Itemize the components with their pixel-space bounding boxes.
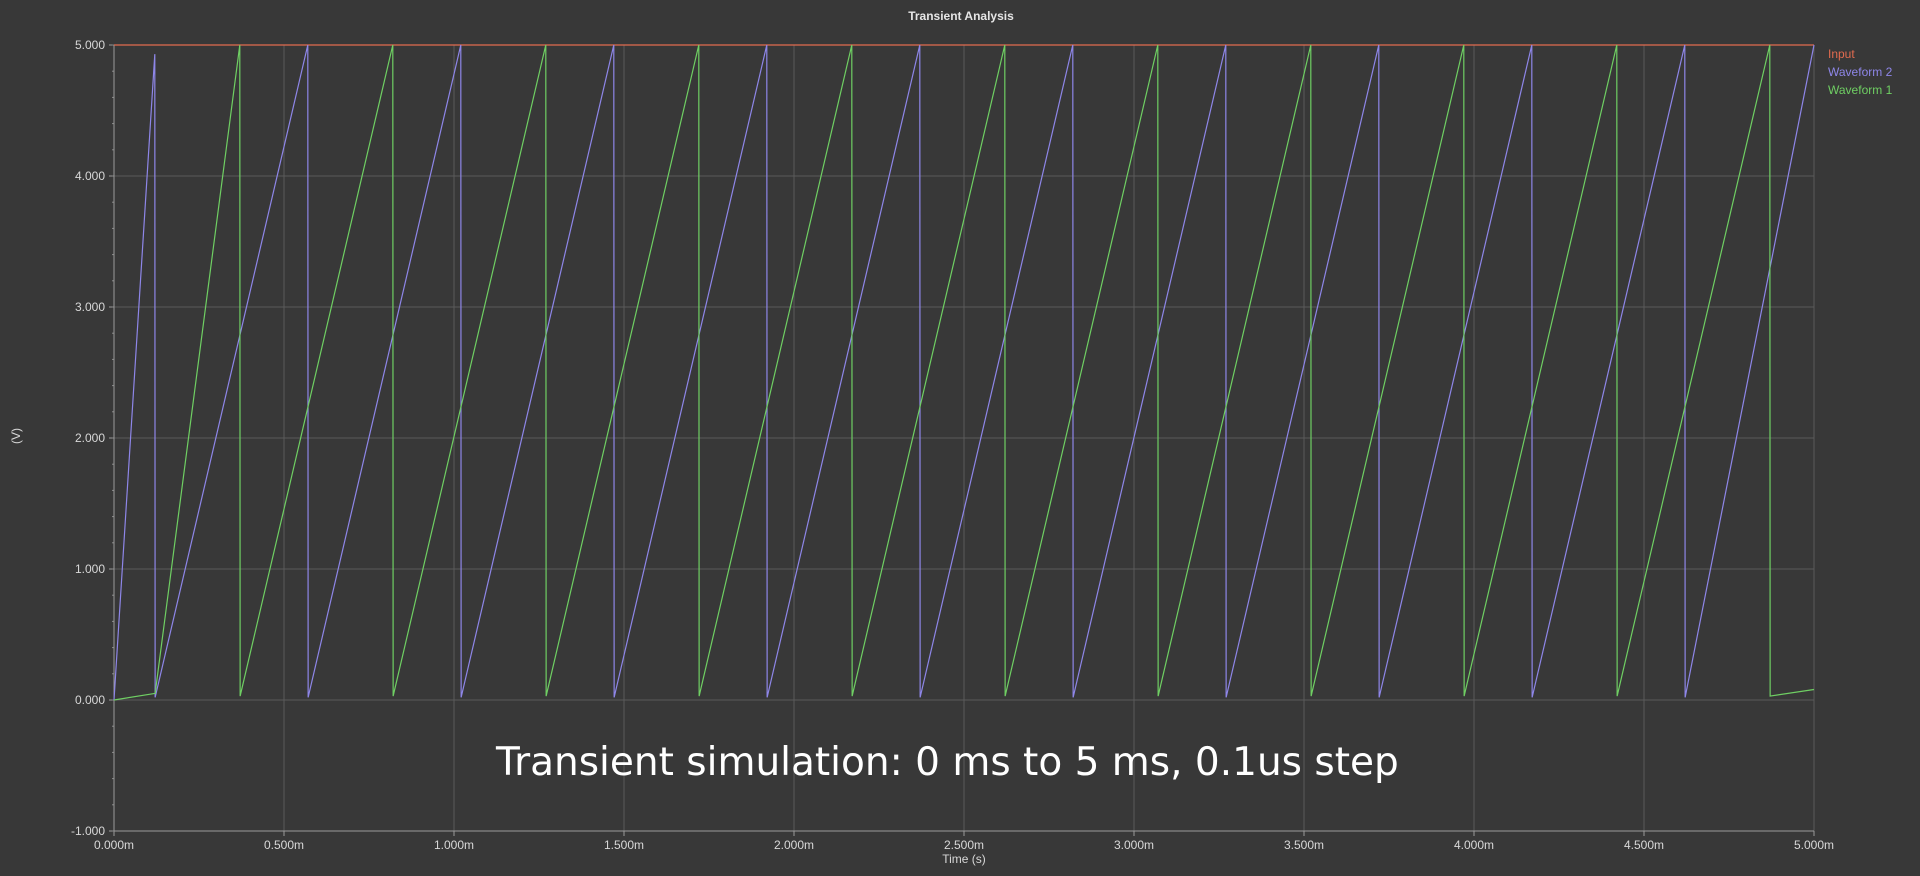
legend-entry: Input xyxy=(1828,47,1855,61)
x-tick-label: 4.000m xyxy=(1454,838,1494,852)
legend-entry: Waveform 2 xyxy=(1828,65,1893,79)
x-tick-label: 3.000m xyxy=(1114,838,1154,852)
y-tick-label: 4.000 xyxy=(75,169,105,183)
y-axis-label: (V) xyxy=(9,428,23,444)
x-tick-label: 2.000m xyxy=(774,838,814,852)
y-tick-label: 5.000 xyxy=(75,38,105,52)
y-tick-label: 0.000 xyxy=(75,693,105,707)
y-tick-label: 3.000 xyxy=(75,300,105,314)
y-tick-label: 2.000 xyxy=(75,431,105,445)
x-tick-label: 0.000m xyxy=(94,838,134,852)
x-tick-label: 0.500m xyxy=(264,838,304,852)
x-tick-label: 3.500m xyxy=(1284,838,1324,852)
chart-title: Transient Analysis xyxy=(908,9,1014,23)
x-tick-label: 1.000m xyxy=(434,838,474,852)
legend-entry: Waveform 1 xyxy=(1828,83,1893,97)
y-tick-label: -1.000 xyxy=(71,824,105,838)
y-tick-label: 1.000 xyxy=(75,562,105,576)
x-tick-label: 1.500m xyxy=(604,838,644,852)
x-tick-label: 5.000m xyxy=(1794,838,1834,852)
x-axis-label: Time (s) xyxy=(942,852,986,866)
x-tick-label: 4.500m xyxy=(1624,838,1664,852)
x-tick-label: 2.500m xyxy=(944,838,984,852)
simulation-caption: Transient simulation: 0 ms to 5 ms, 0.1u… xyxy=(496,740,1399,785)
